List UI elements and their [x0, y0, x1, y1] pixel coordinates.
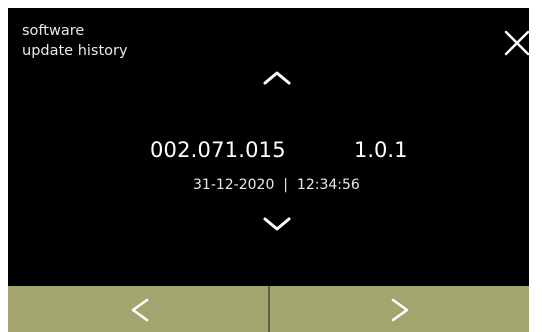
next-button[interactable]	[269, 286, 529, 332]
scroll-down-button[interactable]	[260, 213, 294, 235]
timestamp-separator: |	[283, 177, 288, 193]
update-history-screen: software update history 002.071.015 1.0.…	[8, 8, 529, 332]
chevron-right-icon	[391, 298, 408, 322]
update-timestamp: 31-12-2020 | 12:34:56	[193, 175, 360, 195]
version-number: 1.0.1	[354, 138, 408, 162]
navigation-bar	[8, 286, 529, 332]
chevron-down-icon	[263, 217, 291, 231]
scroll-up-button[interactable]	[260, 66, 294, 88]
previous-button[interactable]	[8, 286, 270, 332]
software-version: 002.071.015	[150, 138, 286, 162]
page-title-line2: update history	[22, 43, 128, 59]
close-icon	[504, 30, 529, 56]
update-time: 12:34:56	[296, 177, 360, 193]
close-button[interactable]	[504, 30, 529, 56]
update-date: 31-12-2020	[193, 177, 275, 193]
chevron-up-icon	[263, 71, 291, 85]
chevron-left-icon	[131, 298, 149, 322]
page-title: software update history	[22, 21, 128, 61]
page-title-line1: software	[22, 23, 85, 39]
